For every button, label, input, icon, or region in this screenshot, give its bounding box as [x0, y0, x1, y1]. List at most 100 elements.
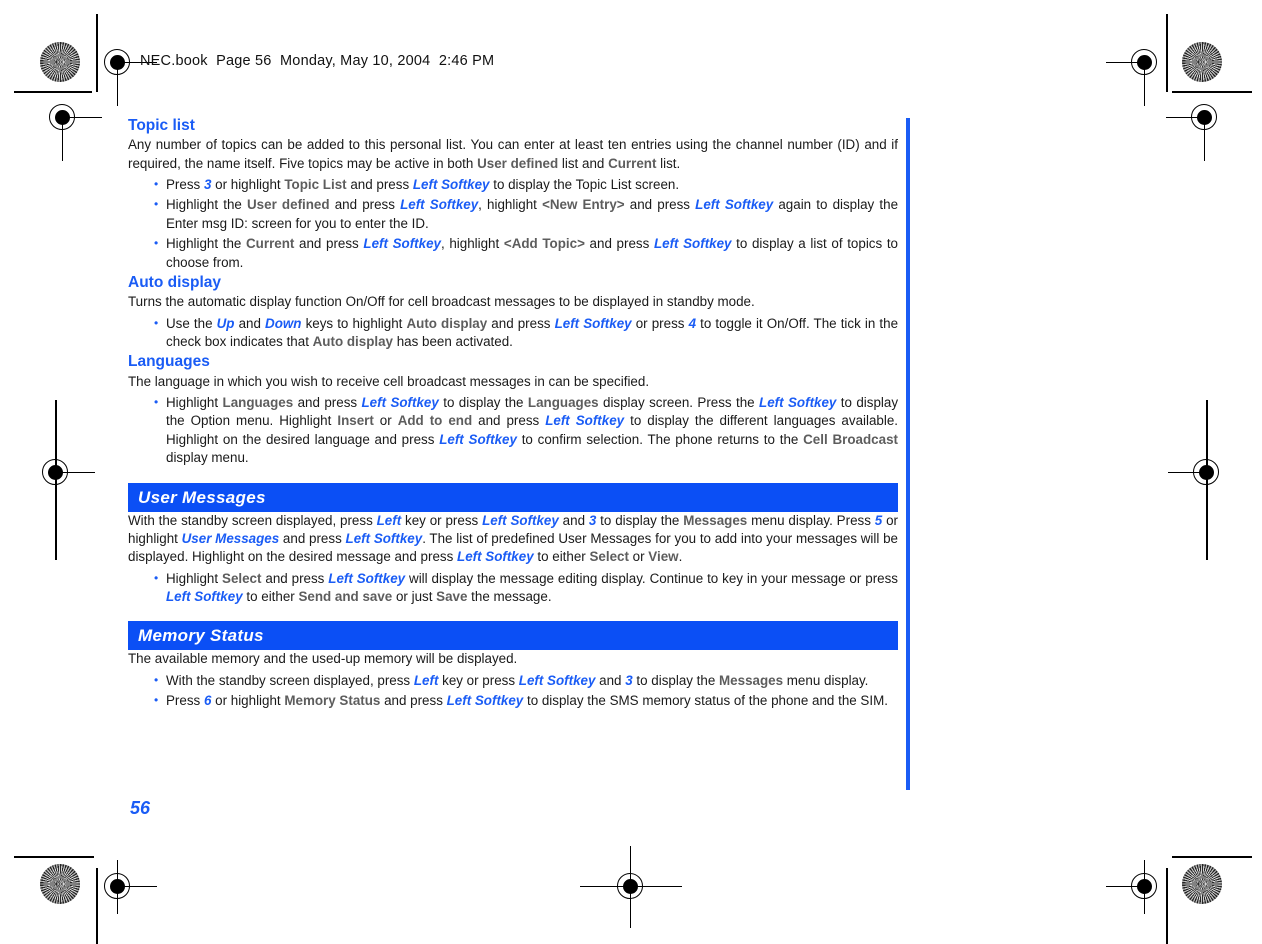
text-run: or press [631, 315, 689, 331]
list-item: Highlight Languages and press Left Softk… [154, 393, 898, 468]
text-run: With the standby screen displayed, press [166, 672, 414, 688]
text-run: Press [166, 693, 204, 709]
text-run: Highlight [166, 395, 223, 411]
menu-ref-messages: Messages [719, 672, 784, 688]
key-ref-down: Down [265, 315, 302, 331]
text-run: to display the [632, 672, 720, 688]
key-ref-left-softkey: Left Softkey [400, 197, 479, 213]
key-ref-3: 3 [625, 672, 633, 688]
text-run: and [595, 672, 626, 688]
key-ref-left-softkey: Left Softkey [518, 672, 596, 688]
text-run: display screen. Press the [598, 395, 760, 411]
text-run: will display the message editing display… [405, 570, 898, 586]
key-ref-left-softkey: Left Softkey [439, 431, 517, 447]
registration-mark-bottom-center [580, 846, 682, 928]
key-ref-left-softkey: Left Softkey [482, 512, 559, 528]
key-ref-left-softkey: Left Softkey [361, 395, 439, 411]
text-run: . [678, 549, 683, 565]
text-run: the message. [467, 588, 552, 604]
star-target-top-left [40, 42, 80, 82]
text-run: and [558, 512, 589, 528]
text-run: to either [242, 588, 299, 604]
bullet-list-auto-display: Use the Up and Down keys to highlight Au… [128, 314, 898, 353]
paragraph-memory-status-intro: The available memory and the used-up mem… [128, 651, 518, 667]
page-content: Topic list Any number of topics can be a… [128, 116, 898, 711]
text-run: and press [624, 197, 696, 213]
text-run: Press [166, 177, 204, 193]
menu-ref-add-to-end: Add to end [397, 413, 473, 429]
paragraph-languages-intro: The language in which you wish to receiv… [128, 373, 650, 389]
text-run: or highlight [211, 177, 285, 193]
heading-languages: Languages [128, 353, 210, 371]
text-run: and press [293, 395, 362, 411]
registration-mark-right-middle [1168, 400, 1234, 560]
text-run: key or press [438, 672, 519, 688]
change-bar [906, 118, 910, 790]
menu-ref-user-defined: User defined [477, 155, 559, 171]
star-target-top-right [1182, 42, 1222, 82]
menu-ref: Auto display [406, 315, 488, 331]
list-item: Use the Up and Down keys to highlight Au… [154, 314, 898, 353]
menu-ref: User defined [247, 197, 330, 213]
list-item: Press 6 or highlight Memory Status and p… [154, 691, 898, 711]
text-run: or just [392, 588, 437, 604]
star-target-bottom-right [1182, 864, 1222, 904]
menu-ref-messages: Messages [683, 512, 748, 528]
paragraph-user-messages: With the standby screen displayed, press… [128, 512, 898, 567]
menu-ref: Auto display [312, 333, 393, 349]
text-run: display menu. [166, 450, 249, 466]
section-band-title: User Messages [138, 487, 266, 507]
menu-ref-current: Current [608, 155, 657, 171]
menu-ref-new-entry: <New Entry> [542, 197, 625, 213]
bullet-list-topic-list: Press 3 or highlight Topic List and pres… [128, 175, 898, 273]
text-run: and press [279, 530, 346, 546]
text-run: and press [346, 177, 413, 193]
registration-mark-right-top [1166, 91, 1232, 161]
text-run: Highlight the [166, 236, 247, 252]
registration-mark-left-top [36, 91, 102, 161]
registration-mark-top-left [91, 36, 157, 106]
heading-auto-display: Auto display [128, 273, 222, 291]
text-run: key or press [401, 512, 483, 528]
list-item: Highlight Select and press Left Softkey … [154, 569, 898, 608]
list-item: With the standby screen displayed, press… [154, 671, 898, 691]
text-run: or [628, 549, 649, 565]
menu-ref-select: Select [589, 549, 629, 565]
key-ref-up: Up [216, 315, 235, 331]
registration-mark-bottom-right [1106, 860, 1172, 914]
text-run: or highlight [211, 693, 285, 709]
text-run: to display the [596, 512, 684, 528]
text-run: and press [261, 570, 329, 586]
text-run: and press [487, 315, 555, 331]
paragraph-topic-list-intro: Any number of topics can be added to thi… [128, 136, 898, 173]
list-item: Highlight the User defined and press Lef… [154, 195, 898, 234]
trim-line-bottom-right-horizontal [1172, 856, 1252, 858]
paragraph-auto-display-intro: Turns the automatic display function On/… [128, 294, 755, 310]
key-ref-left-softkey: Left Softkey [412, 177, 490, 193]
page-header-stamp: NEC.book Page 56 Monday, May 10, 2004 2:… [140, 53, 495, 69]
key-ref-left-softkey: Left Softkey [695, 197, 774, 213]
menu-ref: Languages [527, 395, 599, 411]
section-band-memory-status: Memory Status [128, 621, 898, 651]
text-run: menu display. [783, 672, 869, 688]
text-run: has been activated. [393, 333, 513, 349]
menu-ref-insert: Insert [337, 413, 374, 429]
menu-ref: Current [246, 236, 295, 252]
list-item: Highlight the Current and press Left Sof… [154, 234, 898, 273]
menu-ref-save: Save [436, 588, 468, 604]
menu-ref-memory-status: Memory Status [284, 693, 381, 709]
star-target-bottom-left [40, 864, 80, 904]
text-run: to display the [438, 395, 528, 411]
text-run: , highlight [440, 236, 504, 252]
text-run: Highlight [166, 570, 223, 586]
key-ref-left-softkey: Left Softkey [457, 549, 534, 565]
text-run: and press [472, 413, 546, 429]
text-run: and press [329, 197, 401, 213]
text-run: , highlight [478, 197, 543, 213]
text-run: to confirm selection. The phone returns … [516, 431, 804, 447]
page-number: 56 [130, 798, 151, 818]
key-ref-left-softkey: Left Softkey [328, 570, 406, 586]
menu-ref: Topic List [284, 177, 347, 193]
heading-topic-list: Topic list [128, 117, 195, 134]
key-ref-left-softkey: Left Softkey [545, 413, 625, 429]
